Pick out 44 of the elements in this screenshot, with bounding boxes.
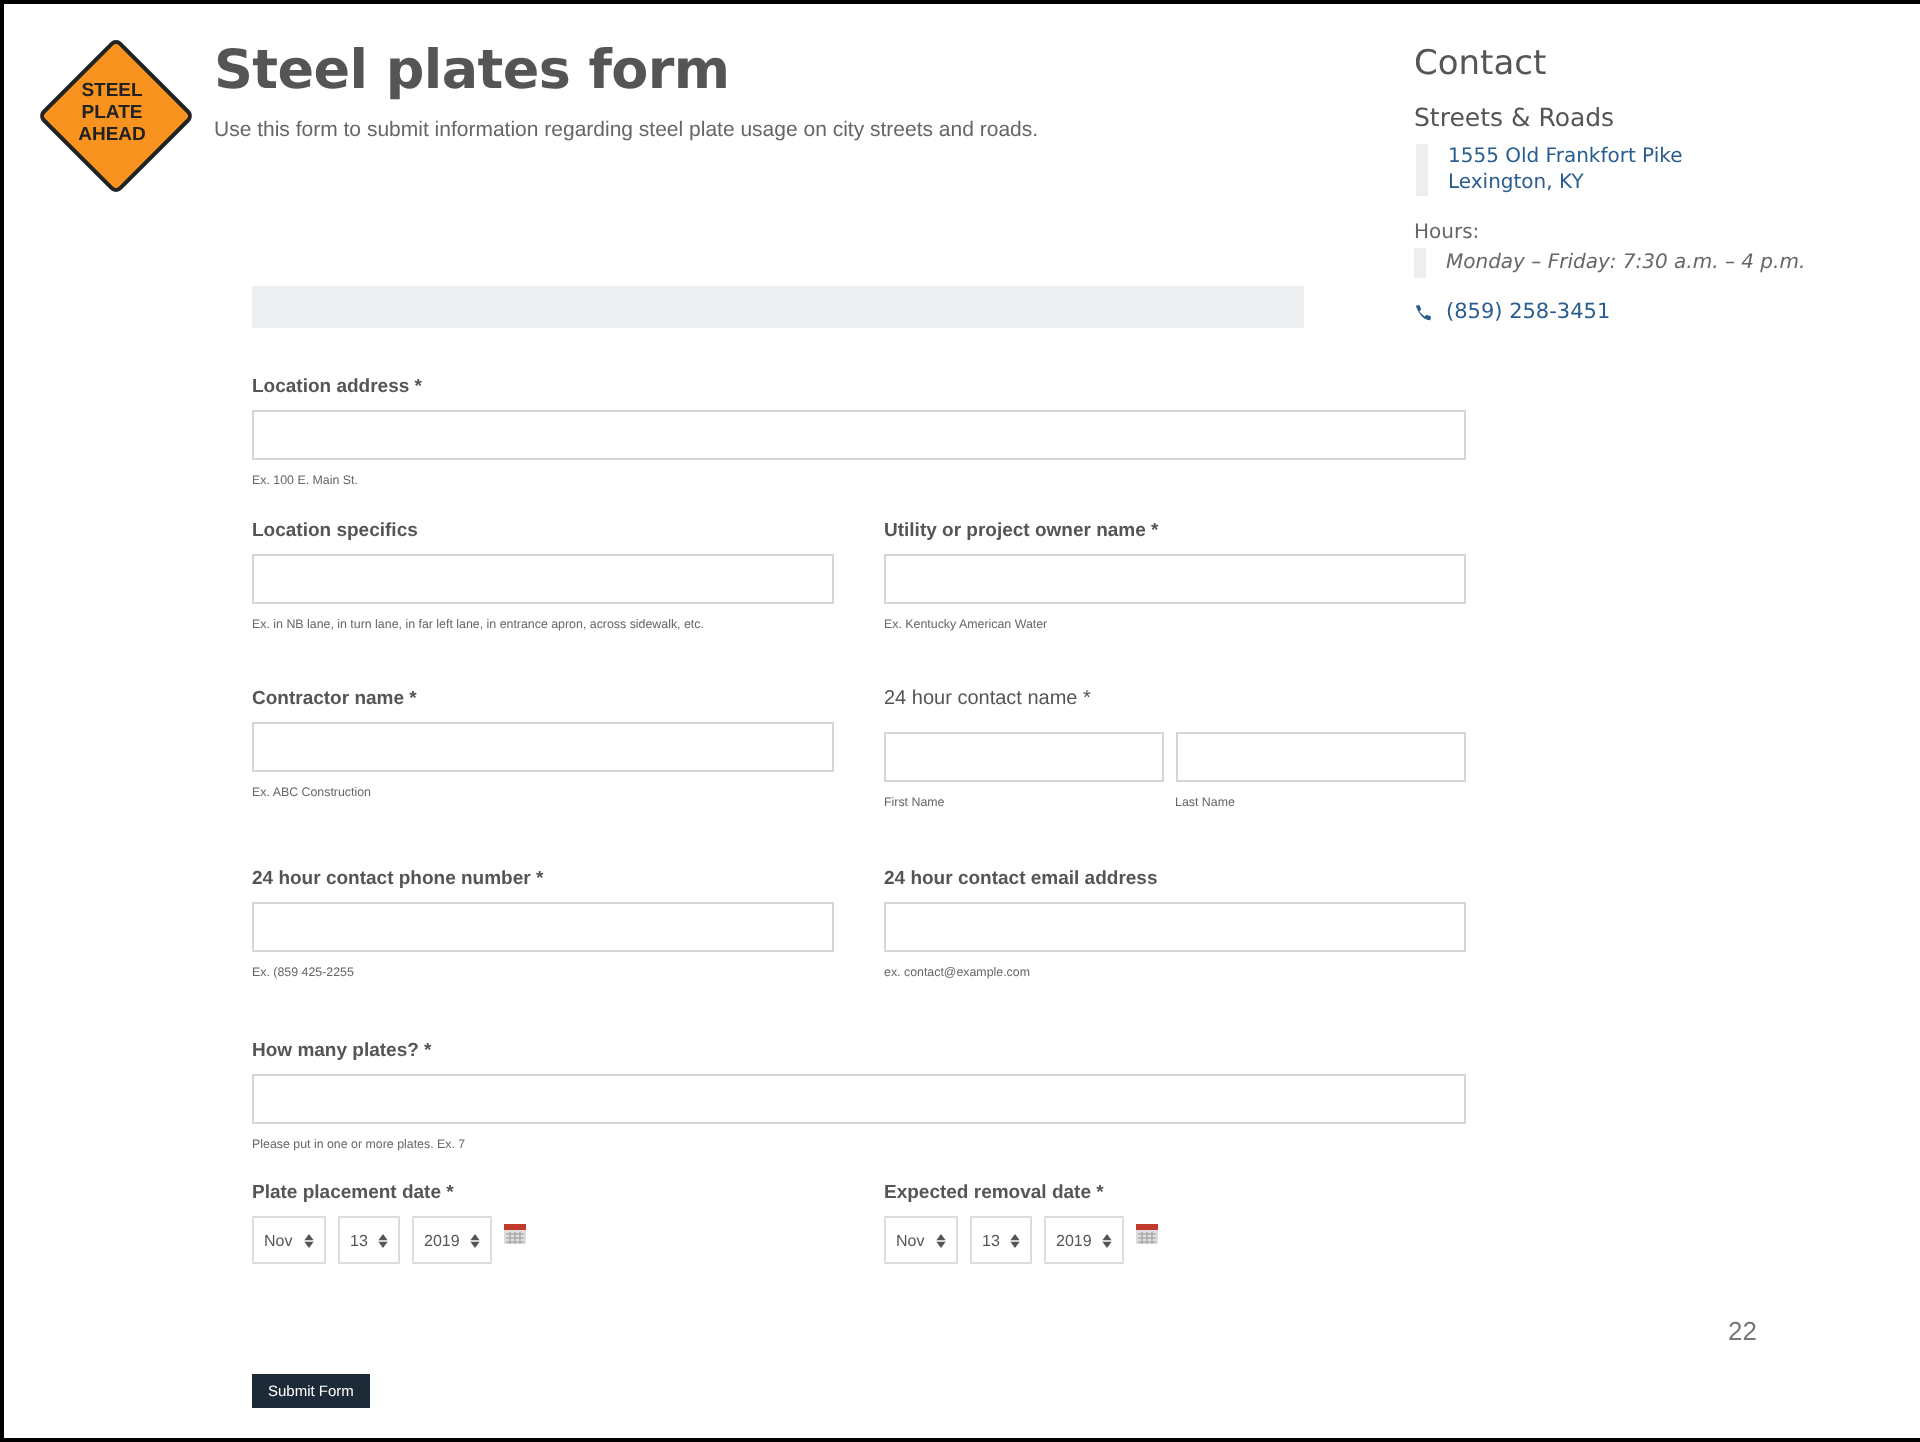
field-label: Utility or project owner name * <box>884 520 1159 542</box>
updown-icon <box>378 1233 388 1247</box>
hours-label: Hours: <box>1414 222 1480 244</box>
input-field[interactable] <box>884 902 1466 952</box>
input-field[interactable] <box>1175 732 1466 782</box>
input-field[interactable] <box>252 410 1466 460</box>
phone-icon <box>1414 303 1432 321</box>
input-field[interactable] <box>252 554 834 604</box>
field-label: 24 hour contact phone number * <box>252 868 544 890</box>
updown-icon <box>936 1233 946 1247</box>
field-label: Location specifics <box>252 520 418 542</box>
calendar-icon[interactable] <box>1136 1224 1158 1244</box>
field-label: Location address * <box>252 376 422 398</box>
page-number: 22 <box>1728 1316 1757 1346</box>
contact-heading: Contact <box>1414 44 1547 84</box>
input-field[interactable] <box>884 732 1164 782</box>
updown-icon <box>304 1233 314 1247</box>
updown-icon <box>1010 1233 1020 1247</box>
input-field[interactable] <box>252 902 834 952</box>
updown-icon <box>1102 1233 1112 1247</box>
select-field[interactable]: 13 <box>970 1216 1032 1264</box>
hours-text: Monday – Friday: 7:30 a.m. – 4 p.m. <box>1414 248 1806 278</box>
select-field[interactable]: 13 <box>338 1216 400 1264</box>
select-field[interactable]: 2019 <box>412 1216 492 1264</box>
select-field[interactable]: Nov <box>884 1216 958 1264</box>
input-field[interactable] <box>252 1074 1466 1124</box>
field-label: Expected removal date * <box>884 1182 1104 1204</box>
page-title: Steel plates form <box>214 40 732 102</box>
select-field[interactable]: Nov <box>252 1216 326 1264</box>
updown-icon <box>470 1233 480 1247</box>
input-field[interactable] <box>252 722 834 772</box>
address-link[interactable]: 1555 Old Frankfort Pike Lexington, KY <box>1416 144 1683 196</box>
field-label: How many plates? * <box>252 1040 432 1062</box>
department-name: Streets & Roads <box>1414 102 1615 132</box>
field-label: 24 hour contact name * <box>884 688 1091 710</box>
page-description: Use this form to submit information regarding steel plate usage on city streets and roads. <box>214 118 1039 142</box>
warning-sign: STEEL PLATE AHEAD <box>36 36 188 188</box>
input-field[interactable] <box>884 554 1466 604</box>
field-label: Plate placement date * <box>252 1182 454 1204</box>
select-field[interactable]: 2019 <box>1044 1216 1124 1264</box>
calendar-icon[interactable] <box>504 1224 526 1244</box>
field-label: Contractor name * <box>252 688 417 710</box>
phone-link[interactable]: (859) 258-3451 <box>1446 300 1611 324</box>
field-label: 24 hour contact email address <box>884 868 1158 890</box>
